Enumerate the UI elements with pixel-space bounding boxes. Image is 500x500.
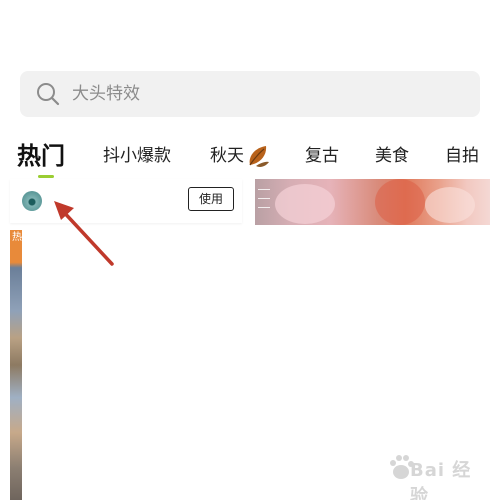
tab-autumn[interactable]: 秋天 (210, 138, 244, 174)
search-input[interactable]: 大头特效 (72, 83, 140, 105)
red-arrow-annotation (54, 201, 114, 266)
tab-hot[interactable]: 热门 (17, 138, 65, 174)
effect-preview-image[interactable] (255, 179, 490, 225)
tab-retro[interactable]: 复古 (305, 138, 339, 174)
use-button[interactable]: 使用 (188, 187, 234, 211)
effect-thumbnail-strip[interactable] (10, 230, 22, 500)
tab-selfie[interactable]: 自拍 (445, 138, 479, 174)
tab-douxiao-hits[interactable]: 抖小爆款 (103, 138, 171, 174)
search-icon (37, 83, 60, 106)
baidu-watermark-logo: Bai 经验 (386, 444, 490, 500)
effect-avatar[interactable] (22, 191, 42, 211)
watermark-text: Bai 经验 (410, 460, 472, 500)
tab-food[interactable]: 美食 (375, 138, 409, 174)
thumbnail-badge: 热 (12, 232, 22, 243)
active-tab-indicator (38, 175, 54, 178)
autumn-leaf-icon (249, 146, 269, 167)
effects-page: 大头特效 热门 抖小爆款 秋天 复古 美食 自拍 使用 热 Bai 经验 (0, 0, 500, 500)
